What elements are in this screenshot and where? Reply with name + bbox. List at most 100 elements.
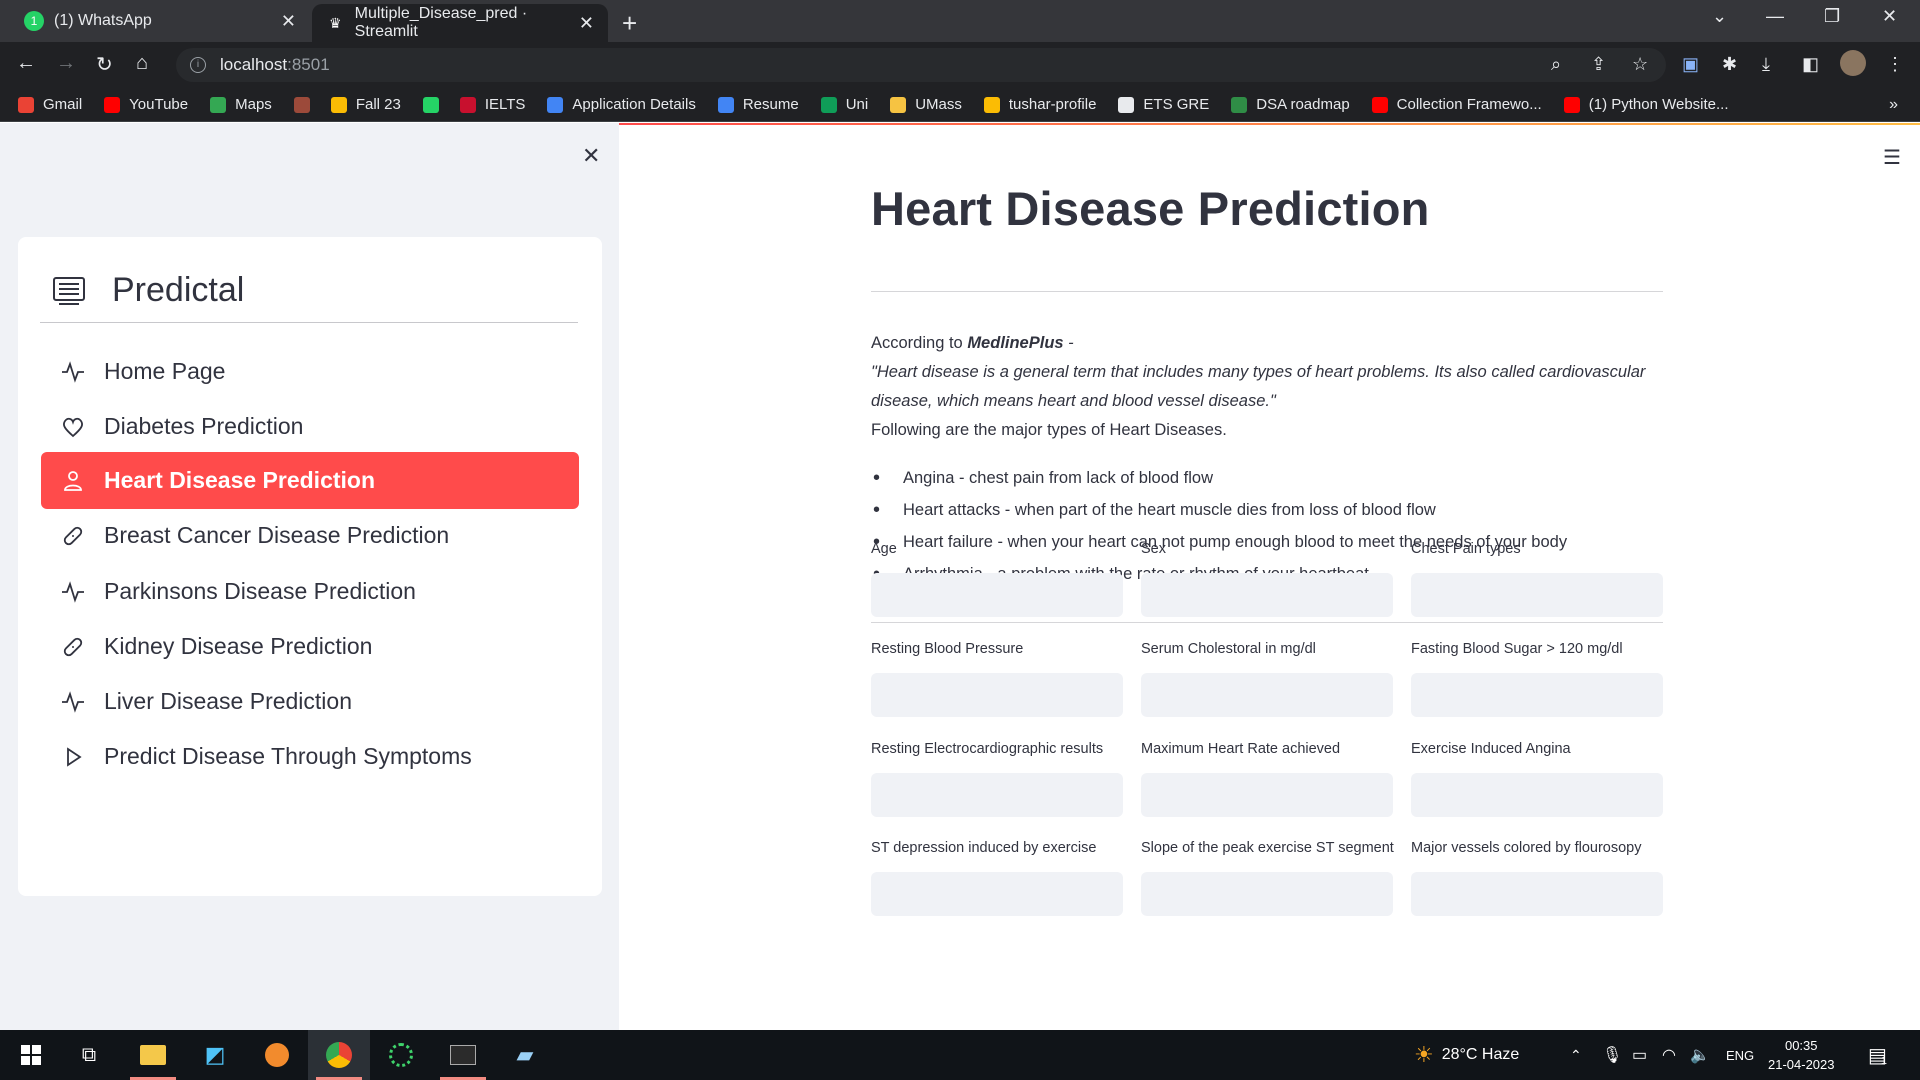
bookmark-item[interactable]: Uni xyxy=(820,96,868,113)
site-info-icon[interactable]: i xyxy=(190,57,206,73)
close-sidebar-icon[interactable]: ✕ xyxy=(582,143,600,169)
field-input[interactable] xyxy=(1141,673,1393,717)
field-input[interactable] xyxy=(1141,773,1393,817)
terminal-icon[interactable] xyxy=(432,1030,494,1080)
hamburger-menu-icon[interactable]: ☰ xyxy=(1883,145,1901,170)
translate-icon[interactable]: ▣ xyxy=(1682,54,1699,75)
bookmark-item[interactable]: tushar-profile xyxy=(983,96,1096,113)
weather-widget[interactable]: ☀ 28°C Haze xyxy=(1414,1030,1519,1080)
bookmark-item[interactable]: DSA roadmap xyxy=(1231,96,1350,113)
sidebar-item[interactable]: Diabetes Prediction xyxy=(41,398,579,455)
field-input[interactable] xyxy=(871,673,1123,717)
bookmark-label: Fall 23 xyxy=(355,96,401,113)
page-title: Heart Disease Prediction xyxy=(871,182,1430,235)
bookmark-item[interactable]: Gmail xyxy=(18,96,82,113)
bookmark-item[interactable] xyxy=(293,96,319,113)
bookmark-favicon-icon xyxy=(210,96,227,113)
tab-search-icon[interactable]: ⌄ xyxy=(1712,6,1727,27)
back-icon[interactable]: ← xyxy=(16,52,36,75)
field-input[interactable] xyxy=(1411,872,1663,916)
tab-streamlit[interactable]: ♛ Multiple_Disease_pred · Streamlit ✕ xyxy=(312,4,608,42)
battery-icon[interactable]: ▭ xyxy=(1632,1030,1647,1080)
bookmarks-bar: Gmail YouTube Maps Fall 23 IELTS Application … xyxy=(0,88,1920,122)
app-icon[interactable]: ◩ xyxy=(184,1030,246,1080)
share-icon[interactable]: ⇪ xyxy=(1591,54,1606,75)
bookmark-item[interactable]: (1) Python Website... xyxy=(1563,96,1729,113)
bookmark-item[interactable] xyxy=(422,96,448,113)
intro-text: According to MedlinePlus - "Heart diseas… xyxy=(871,329,1671,445)
address-bar[interactable]: i localhost:8501 xyxy=(176,48,1666,82)
microphone-icon[interactable]: 🎙 xyxy=(1602,1030,1622,1080)
field-label: Sex xyxy=(1141,541,1166,557)
reload-icon[interactable]: ↻ xyxy=(96,52,113,77)
sidebar-item-label: Heart Disease Prediction xyxy=(104,467,376,493)
activity-icon xyxy=(61,360,85,384)
bookmark-item[interactable]: ETS GRE xyxy=(1118,96,1209,113)
close-tab-icon[interactable]: ✕ xyxy=(579,13,594,34)
close-window-button[interactable]: ✕ xyxy=(1882,6,1897,27)
bookmark-item[interactable]: YouTube xyxy=(104,96,188,113)
forward-icon[interactable]: → xyxy=(56,52,76,75)
list-item: Heart attacks - when part of the heart m… xyxy=(871,494,1567,526)
bookmarks-overflow-icon[interactable]: » xyxy=(1889,96,1898,114)
card-text-icon xyxy=(53,276,85,305)
restore-button[interactable]: ❐ xyxy=(1824,6,1840,27)
sidebar-item[interactable]: Heart Disease Prediction xyxy=(41,452,579,509)
profile-avatar[interactable] xyxy=(1840,50,1866,76)
loader-app-icon[interactable] xyxy=(370,1030,432,1080)
tray-expand-icon[interactable]: ⌃ xyxy=(1570,1030,1582,1080)
new-tab-button[interactable]: + xyxy=(622,8,637,39)
sidebar-item[interactable]: Predict Disease Through Symptoms xyxy=(41,728,579,785)
menu-dots-icon[interactable]: ⋮ xyxy=(1886,54,1904,75)
field-label: Serum Cholestoral in mg/dl xyxy=(1141,641,1316,657)
field-input[interactable] xyxy=(1141,573,1393,617)
task-view-icon[interactable]: ⧉ xyxy=(58,1030,120,1080)
side-panel-icon[interactable]: ◧ xyxy=(1802,54,1819,75)
windows-start-icon[interactable] xyxy=(0,1030,62,1080)
chrome-icon[interactable] xyxy=(308,1030,370,1080)
field-input[interactable] xyxy=(871,872,1123,916)
minimize-button[interactable]: — xyxy=(1766,6,1784,27)
intro-suffix: - xyxy=(1063,334,1074,352)
field-input[interactable] xyxy=(1141,872,1393,916)
bookmark-item[interactable]: Application Details xyxy=(547,96,696,113)
field-input[interactable] xyxy=(1411,773,1663,817)
field-input[interactable] xyxy=(871,773,1123,817)
sidebar-item[interactable]: Parkinsons Disease Prediction xyxy=(41,563,579,620)
extensions-icon[interactable]: ✱ xyxy=(1722,54,1737,75)
browser-toolbar: ← → ↻ ⌂ i localhost:8501 ⌕ ⇪ ☆ ▣ ✱ ⤓ ◧ ⋮ xyxy=(0,42,1920,88)
sidebar-item[interactable]: Kidney Disease Prediction xyxy=(41,618,579,675)
person-icon xyxy=(61,469,85,493)
bookmark-star-icon[interactable]: ☆ xyxy=(1632,54,1648,75)
field-label: Resting Blood Pressure xyxy=(871,641,1024,657)
clock[interactable]: 00:35 21-04-2023 xyxy=(1768,1030,1835,1080)
notifications-icon[interactable]: ▤ 1 xyxy=(1868,1030,1887,1080)
sidebar-item[interactable]: Liver Disease Prediction xyxy=(41,673,579,730)
wifi-icon[interactable]: ◠ xyxy=(1662,1030,1676,1080)
bookmark-item[interactable]: Maps xyxy=(210,96,272,113)
field-input[interactable] xyxy=(1411,573,1663,617)
header-decoration xyxy=(619,123,1920,125)
field-label: Exercise Induced Angina xyxy=(1411,741,1571,757)
fl-studio-icon[interactable] xyxy=(246,1030,308,1080)
play-icon xyxy=(61,745,85,769)
volume-icon[interactable]: 🔈 xyxy=(1690,1030,1710,1080)
bookmark-item[interactable]: Resume xyxy=(717,96,799,113)
language-indicator[interactable]: ENG xyxy=(1726,1030,1754,1080)
close-tab-icon[interactable]: ✕ xyxy=(281,11,296,32)
bookmark-label: Resume xyxy=(742,96,799,113)
sidebar-item[interactable]: Home Page xyxy=(41,343,579,400)
tab-whatsapp[interactable]: 1 (1) WhatsApp ✕ xyxy=(10,0,310,42)
notes-app-icon[interactable]: ▰ xyxy=(494,1030,556,1080)
bookmark-item[interactable]: Fall 23 xyxy=(330,96,401,113)
bookmark-item[interactable]: UMass xyxy=(890,96,962,113)
sidebar-item[interactable]: Breast Cancer Disease Prediction xyxy=(41,507,579,564)
field-input[interactable] xyxy=(871,573,1123,617)
zoom-icon[interactable]: ⌕ xyxy=(1551,54,1561,75)
bookmark-item[interactable]: Collection Framewo... xyxy=(1371,96,1542,113)
home-icon[interactable]: ⌂ xyxy=(136,52,148,75)
download-icon[interactable]: ⤓ xyxy=(1762,54,1770,75)
file-explorer-icon[interactable] xyxy=(122,1030,184,1080)
field-input[interactable] xyxy=(1411,673,1663,717)
bookmark-item[interactable]: IELTS xyxy=(459,96,525,113)
